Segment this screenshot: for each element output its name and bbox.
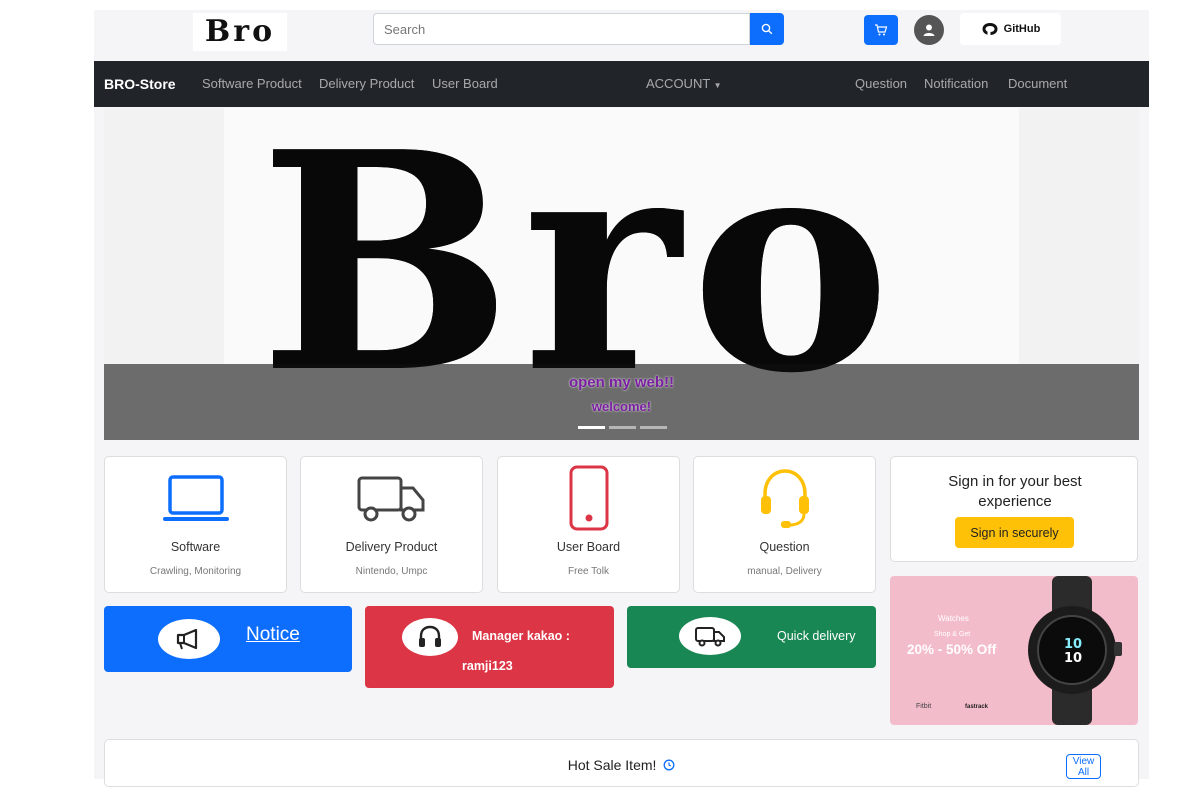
- kakao-id: ramji123: [462, 659, 513, 673]
- github-button[interactable]: GitHub: [960, 13, 1061, 45]
- signin-card: Sign in for your best experience Sign in…: [890, 456, 1138, 562]
- signin-prompt: Sign in for your best experience: [948, 473, 1082, 510]
- ad-brand-fitbit: Fitbit: [916, 703, 932, 710]
- hero-caption-subtitle: welcome!: [591, 399, 652, 414]
- hot-sale-section: Hot Sale Item! View All: [104, 739, 1139, 787]
- carousel-indicators: [578, 426, 667, 429]
- page: Bro Search GitHub BRO-Store Software Pro…: [94, 10, 1149, 787]
- search-button[interactable]: [750, 13, 784, 45]
- truck-icon: [357, 476, 424, 522]
- quick-delivery-label: Quick delivery: [777, 629, 856, 643]
- github-icon: [982, 23, 998, 36]
- account-dropdown[interactable]: ACCOUNT ▼: [646, 76, 722, 91]
- carousel-indicator-2[interactable]: [609, 426, 636, 429]
- hero-carousel[interactable]: Bro Bro open my web!! welcome!: [104, 108, 1139, 440]
- hero-logo-text-shadowed: Bro: [259, 108, 901, 439]
- category-subtitle: Crawling, Monitoring: [149, 566, 242, 577]
- carousel-indicator-1[interactable]: [578, 426, 605, 429]
- svg-text:10: 10: [1064, 637, 1082, 652]
- category-subtitle: Free Tolk: [568, 566, 609, 577]
- github-label: GitHub: [1003, 23, 1041, 35]
- cart-icon: [875, 24, 888, 36]
- site-logo[interactable]: Bro: [193, 13, 287, 51]
- ad-brand-fastrack: fastrack: [965, 704, 989, 710]
- watch-ad-banner[interactable]: Watches Shop & Get 20% - 50% Off 10 10 F…: [890, 576, 1138, 725]
- headphones-icon: [419, 625, 441, 647]
- user-icon: [923, 24, 935, 36]
- category-card-user-board[interactable]: User Board Free Tolk: [497, 456, 680, 593]
- carousel-indicator-3[interactable]: [640, 426, 667, 429]
- nav-link-user-board[interactable]: User Board: [432, 76, 498, 91]
- category-subtitle: manual, Delivery: [747, 566, 822, 577]
- search-icon: [761, 23, 773, 35]
- nav-link-document[interactable]: Document: [1008, 76, 1067, 91]
- category-subtitle: Nintendo, Umpc: [355, 566, 428, 577]
- ad-discount: 20% - 50% Off: [907, 642, 997, 657]
- smartwatch-image: 10 10: [1028, 576, 1122, 725]
- ad-subline: Shop & Get: [934, 631, 971, 638]
- kakao-label: Manager kakao :: [472, 629, 570, 643]
- nav-link-delivery-product[interactable]: Delivery Product: [319, 76, 414, 91]
- hot-sale-title: Hot Sale Item!: [105, 757, 1138, 773]
- hero-caption-title: open my web!!: [568, 374, 674, 391]
- megaphone-icon: [176, 628, 198, 650]
- hot-sale-title-text: Hot Sale Item!: [567, 757, 657, 773]
- quick-delivery-banner[interactable]: Quick delivery: [627, 606, 876, 668]
- category-card-software[interactable]: Software Crawling, Monitoring: [104, 456, 287, 593]
- search-input[interactable]: [373, 13, 750, 45]
- category-title: Software: [170, 540, 221, 554]
- user-account-button[interactable]: [914, 15, 944, 45]
- category-card-delivery-product[interactable]: Delivery Product Nintendo, Umpc: [300, 456, 483, 593]
- category-title: Delivery Product: [345, 540, 438, 554]
- svg-text:10: 10: [1064, 651, 1082, 666]
- nav-link-software-product[interactable]: Software Product: [202, 76, 302, 91]
- manager-kakao-banner[interactable]: Manager kakao : ramji123: [365, 606, 614, 688]
- caret-down-icon: ▼: [713, 81, 722, 90]
- sign-in-button[interactable]: Sign in securely: [955, 517, 1074, 548]
- search-bar: [373, 13, 784, 45]
- navbar-brand[interactable]: BRO-Store: [104, 76, 176, 92]
- view-all-button[interactable]: View All: [1066, 754, 1101, 779]
- category-title: User Board: [556, 540, 621, 554]
- main-navbar: BRO-Store Software Product Delivery Prod…: [94, 61, 1149, 107]
- top-header: Bro Search GitHub: [94, 10, 1149, 60]
- category-title: Question: [759, 540, 810, 554]
- nav-link-question[interactable]: Question: [855, 76, 907, 91]
- laptop-icon: [162, 475, 229, 521]
- notice-link[interactable]: Notice: [246, 624, 300, 646]
- truck-icon: [695, 627, 725, 647]
- cart-button[interactable]: [864, 15, 898, 45]
- ad-headline: Watches: [938, 614, 969, 623]
- headset-icon: [760, 469, 809, 528]
- notice-banner[interactable]: Notice: [104, 606, 352, 672]
- category-card-question[interactable]: Question manual, Delivery: [693, 456, 876, 593]
- phone-icon: [569, 465, 608, 531]
- nav-link-notification[interactable]: Notification: [924, 76, 988, 91]
- clock-icon: [663, 759, 675, 771]
- account-dropdown-label: ACCOUNT: [646, 76, 711, 91]
